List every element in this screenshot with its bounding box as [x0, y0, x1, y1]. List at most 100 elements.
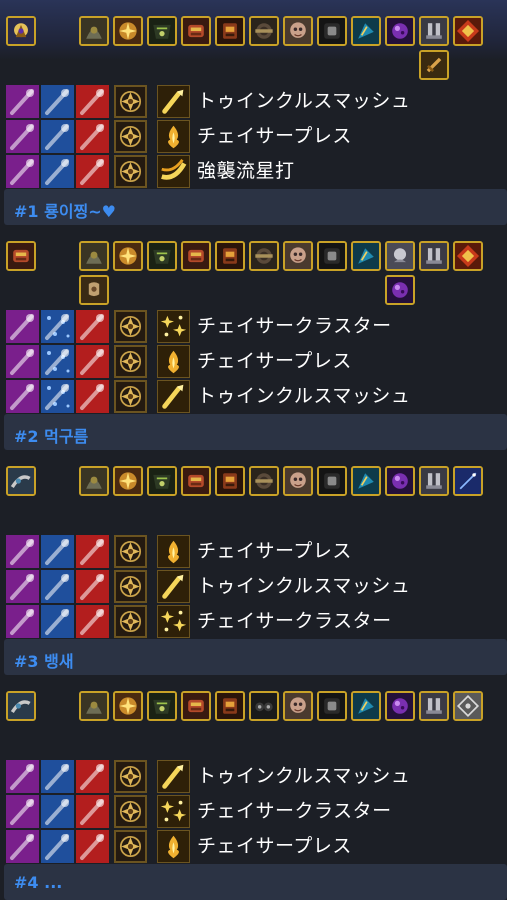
- gold-rune-icon: [114, 605, 147, 638]
- twinkle-smash-icon[interactable]: [157, 570, 190, 603]
- equipment-slot-icon[interactable]: [79, 16, 109, 46]
- assault-meteor-strike-icon[interactable]: [157, 155, 190, 188]
- build-entry-3: チェイサープレス トゥインクルスマッシュ チェイサークラスター #3 뱅새: [0, 450, 507, 675]
- equipment-slot-icon[interactable]: [283, 241, 313, 271]
- equipment-slot-icon[interactable]: [351, 16, 381, 46]
- red-talent-icon: [76, 605, 109, 638]
- equipment-slot-icon[interactable]: [317, 466, 347, 496]
- class-emblem-icon[interactable]: [6, 466, 36, 496]
- red-talent-icon: [76, 760, 109, 793]
- equipment-slot-icon[interactable]: [283, 16, 313, 46]
- equipment-slot-icon[interactable]: [351, 691, 381, 721]
- equipment-slot-icon[interactable]: [453, 691, 483, 721]
- purple-talent-icon: [6, 830, 39, 863]
- purple-talent-icon: [6, 155, 39, 188]
- rank-label: #2 먹구름: [14, 427, 89, 446]
- chaser-cluster-icon[interactable]: [157, 795, 190, 828]
- twinkle-smash-icon[interactable]: [157, 380, 190, 413]
- chaser-press-icon[interactable]: [157, 345, 190, 378]
- equipment-slot-icon[interactable]: [79, 691, 109, 721]
- equipment-slot-icon[interactable]: [283, 466, 313, 496]
- equipment-slot-icon[interactable]: [351, 466, 381, 496]
- skill-name: チェイサープレス: [197, 350, 352, 372]
- skill-name: チェイサークラスター: [197, 800, 392, 822]
- chaser-press-icon[interactable]: [157, 120, 190, 153]
- equipment-slot-icon[interactable]: [215, 691, 245, 721]
- equipment-slot-icon[interactable]: [181, 691, 211, 721]
- equipment-slot-icon[interactable]: [215, 466, 245, 496]
- equipment-slot-icon[interactable]: [385, 466, 415, 496]
- class-emblem-icon[interactable]: [6, 241, 36, 271]
- equipment-slot-icon[interactable]: [181, 241, 211, 271]
- equipment-slot-icon[interactable]: [181, 16, 211, 46]
- equipment-slot-icon[interactable]: [249, 16, 279, 46]
- equipment-slot-icon[interactable]: [385, 241, 415, 271]
- chaser-cluster-icon[interactable]: [157, 605, 190, 638]
- equipment-slot-icon[interactable]: [147, 16, 177, 46]
- purple-talent-icon: [6, 605, 39, 638]
- equipment-slot-icon[interactable]: [385, 691, 415, 721]
- blue-talent-icon: [41, 830, 74, 863]
- blue-talent-icon: [41, 155, 74, 188]
- build-rank-bar[interactable]: #4 ...: [4, 864, 507, 900]
- equipment-extra-slot-icon[interactable]: [419, 50, 449, 80]
- equipment-slot-icon[interactable]: [419, 691, 449, 721]
- skill-name: チェイサークラスター: [197, 315, 392, 337]
- equipment-slot-icon[interactable]: [79, 241, 109, 271]
- purple-talent-icon: [6, 570, 39, 603]
- equipment-slot-icon[interactable]: [147, 466, 177, 496]
- purple-talent-icon: [6, 760, 39, 793]
- equipment-slot-icon[interactable]: [453, 466, 483, 496]
- equipment-slot-icon[interactable]: [249, 241, 279, 271]
- blue-talent-icon: [41, 310, 74, 343]
- equipment-slot-icon[interactable]: [147, 691, 177, 721]
- equipment-slot-icon[interactable]: [419, 16, 449, 46]
- equipment-slot-icon[interactable]: [215, 16, 245, 46]
- build-rank-bar[interactable]: #2 먹구름: [4, 414, 507, 450]
- equipment-slot-icon[interactable]: [249, 691, 279, 721]
- purple-talent-icon: [6, 380, 39, 413]
- equipment-slot-icon[interactable]: [317, 241, 347, 271]
- equipment-slot-icon[interactable]: [419, 466, 449, 496]
- blue-talent-icon: [41, 760, 74, 793]
- class-emblem-icon[interactable]: [6, 691, 36, 721]
- red-talent-icon: [76, 795, 109, 828]
- equipment-slot-icon[interactable]: [147, 241, 177, 271]
- equipment-slot-icon[interactable]: [79, 466, 109, 496]
- red-talent-icon: [76, 345, 109, 378]
- rank-label: #3 뱅새: [14, 652, 74, 671]
- red-talent-icon: [76, 535, 109, 568]
- equipment-slot-icon[interactable]: [181, 466, 211, 496]
- skill-name: チェイサープレス: [197, 835, 352, 857]
- equipment-slot-icon[interactable]: [317, 691, 347, 721]
- chaser-cluster-icon[interactable]: [157, 310, 190, 343]
- chaser-press-icon[interactable]: [157, 535, 190, 568]
- class-emblem-icon[interactable]: [6, 16, 36, 46]
- equipment-slot-icon[interactable]: [419, 241, 449, 271]
- equipment-slot-icon[interactable]: [351, 241, 381, 271]
- build-rank-bar[interactable]: #1 룡이찡~♥: [4, 189, 507, 225]
- chaser-press-icon[interactable]: [157, 830, 190, 863]
- gold-rune-icon: [114, 535, 147, 568]
- equipment-slot-icon[interactable]: [113, 466, 143, 496]
- equipment-slot-icon[interactable]: [249, 466, 279, 496]
- equipment-slot-icon[interactable]: [385, 16, 415, 46]
- equipment-slot-icon[interactable]: [215, 241, 245, 271]
- equipment-slot-icon[interactable]: [453, 241, 483, 271]
- equipment-slot-icon[interactable]: [113, 691, 143, 721]
- gold-rune-icon: [114, 345, 147, 378]
- build-rank-bar[interactable]: #3 뱅새: [4, 639, 507, 675]
- equipment-slot-icon[interactable]: [453, 16, 483, 46]
- equipment-extra-slot-icon[interactable]: [385, 275, 415, 305]
- twinkle-smash-icon[interactable]: [157, 85, 190, 118]
- red-talent-icon: [76, 120, 109, 153]
- equipment-slot-icon[interactable]: [283, 691, 313, 721]
- equipment-slot-icon[interactable]: [113, 16, 143, 46]
- equipment-extra-slot-icon[interactable]: [79, 275, 109, 305]
- skill-name: トゥインクルスマッシュ: [197, 765, 411, 787]
- skill-name: チェイサークラスター: [197, 610, 392, 632]
- equipment-slot-icon[interactable]: [317, 16, 347, 46]
- twinkle-smash-icon[interactable]: [157, 760, 190, 793]
- red-talent-icon: [76, 310, 109, 343]
- equipment-slot-icon[interactable]: [113, 241, 143, 271]
